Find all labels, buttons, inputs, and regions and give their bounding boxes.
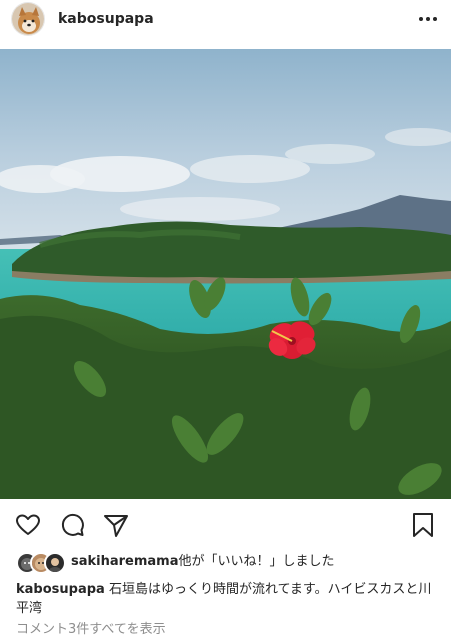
more-horizontal-icon <box>419 17 437 21</box>
dog-avatar-icon <box>12 3 44 35</box>
share-button[interactable] <box>102 511 130 539</box>
post-photo[interactable] <box>0 49 451 499</box>
likes-suffix: 他が「いいね！」しました <box>178 554 335 569</box>
more-options-button[interactable] <box>414 8 442 30</box>
person-avatar-icon <box>46 554 64 572</box>
bookmark-icon <box>413 513 433 537</box>
liker-avatar[interactable] <box>44 552 66 574</box>
save-button[interactable] <box>409 511 437 539</box>
avatar[interactable] <box>11 2 45 36</box>
post-header: kabosupapa <box>0 0 451 48</box>
comment-button[interactable] <box>58 511 86 539</box>
post-caption: kabosupapa 石垣島はゆっくり時間が流れてます。ハイビスカスと川平湾 <box>16 580 436 618</box>
likes-text: sakiharemama他が「いいね！」しました <box>71 553 335 571</box>
heart-icon <box>16 514 40 535</box>
action-bar <box>0 505 451 545</box>
liker-username[interactable]: sakiharemama <box>71 554 179 569</box>
view-all-comments-link[interactable]: コメント3件すべてを表示 <box>16 622 166 638</box>
caption-username[interactable]: kabosupapa <box>16 582 105 597</box>
send-icon <box>104 515 128 537</box>
island-sea-hibiscus-photo <box>0 49 451 499</box>
post-username[interactable]: kabosupapa <box>58 10 154 28</box>
comment-icon <box>61 513 84 536</box>
likes-row: sakiharemama他が「いいね！」しました <box>16 551 446 574</box>
like-button[interactable] <box>14 511 42 539</box>
